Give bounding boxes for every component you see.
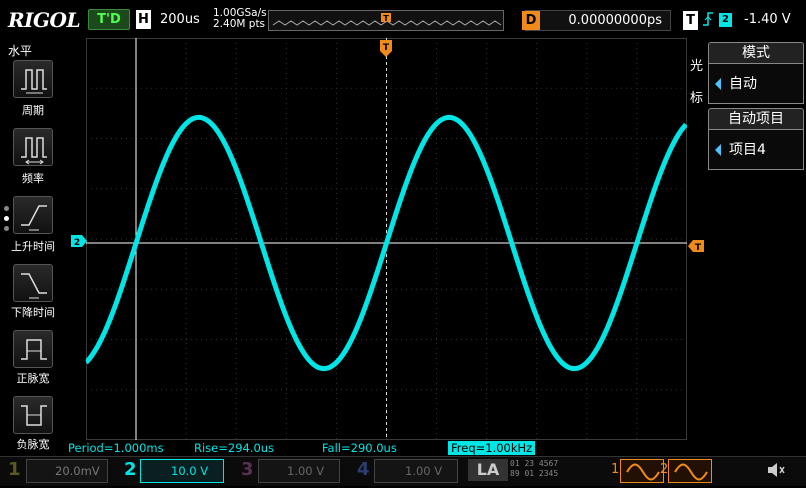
memory-position-strip[interactable]: T	[268, 10, 504, 31]
ref1-number: 1	[611, 462, 620, 477]
auto-item-title: 自动项目	[708, 108, 804, 130]
channel3-scale[interactable]: 1.00 V	[258, 459, 340, 483]
sine-icon	[674, 463, 708, 481]
ref1-button[interactable]	[620, 459, 664, 483]
waveform-display[interactable]	[84, 38, 688, 440]
left-arrow-icon	[715, 78, 721, 90]
speaker-icon[interactable]	[766, 460, 786, 484]
svg-text:T: T	[383, 43, 390, 53]
top-status-bar: RIGOL T'D H 200us 1.00GSa/s 2.40M pts T …	[0, 0, 806, 38]
positive-pulse-width-label: 正脉宽	[16, 372, 50, 385]
delay-label: D	[522, 11, 540, 30]
horizontal-menu-title: 水平	[8, 44, 33, 58]
horizontal-label: H	[136, 10, 151, 29]
rise-time-icon	[21, 205, 47, 231]
page-indicator	[4, 206, 9, 236]
rigol-logo: RIGOL	[8, 8, 81, 32]
memory-waveform-preview: T	[272, 13, 502, 26]
ref2-button[interactable]	[668, 459, 712, 483]
memory-depth: 2.40M pts	[213, 18, 266, 30]
cursor-mode-select[interactable]: 自动	[708, 64, 804, 104]
fall-time-icon	[21, 273, 47, 299]
trigger-source-badge: 2	[719, 13, 732, 27]
svg-text:T: T	[695, 243, 702, 252]
cursor-label-2: 标	[690, 91, 704, 106]
timebase-value[interactable]: 200us	[160, 12, 200, 27]
channel1-scale[interactable]: 20.0mV	[26, 459, 108, 483]
cursor-mode-title: 模式	[708, 42, 804, 64]
cursor-mode-value: 自动	[729, 76, 757, 92]
trigger-level-value[interactable]: -1.40 V	[744, 12, 791, 27]
svg-text:T: T	[383, 14, 389, 23]
la-row-2: 89 01 2345	[510, 469, 559, 478]
channel1-number[interactable]: 1	[8, 459, 21, 480]
delay-value[interactable]: 0.00000000ps	[525, 10, 671, 31]
rise-time-label: 上升时间	[11, 240, 55, 253]
auto-item-select[interactable]: 项目4	[708, 130, 804, 170]
rising-edge-icon	[702, 11, 714, 31]
left-arrow-icon	[715, 144, 721, 156]
logic-analyzer-channels: 01 23 4567 89 01 2345	[510, 459, 558, 479]
channel2-number[interactable]: 2	[124, 459, 137, 480]
fall-time-button[interactable]	[13, 264, 53, 302]
run-state-indicator[interactable]: T'D	[88, 9, 130, 30]
frequency-icon	[21, 137, 47, 165]
channel2-scale[interactable]: 10.0 V	[140, 459, 224, 483]
negative-pulse-width-icon	[21, 405, 47, 426]
la-row-1: 01 23 4567	[510, 459, 559, 468]
period-label: 周期	[22, 104, 44, 117]
channel4-number[interactable]: 4	[357, 459, 370, 480]
period-icon	[21, 69, 47, 94]
frequency-measurement: Freq=1.00kHz	[448, 441, 536, 455]
negative-pulse-width-label: 负脉宽	[16, 438, 50, 451]
positive-pulse-width-button[interactable]	[13, 330, 53, 368]
frequency-label: 频率	[22, 172, 44, 185]
negative-pulse-width-button[interactable]	[13, 396, 53, 434]
logic-analyzer-button[interactable]: LA	[468, 459, 508, 481]
period-measurement: Period=1.000ms	[68, 441, 164, 455]
positive-pulse-width-icon	[21, 339, 47, 360]
fall-time-label: 下降时间	[11, 306, 55, 319]
cursor-label-1: 光	[690, 59, 704, 74]
fall-measurement: Fall=290.0us	[322, 441, 397, 455]
graticule	[84, 38, 688, 440]
rise-time-button[interactable]	[13, 196, 53, 234]
trigger-level-marker[interactable]: T	[688, 237, 704, 256]
channel2-ground-marker[interactable]: 2	[71, 232, 87, 251]
page-dot	[4, 226, 9, 231]
trigger-label: T	[683, 11, 698, 30]
trigger-position-marker[interactable]: T	[380, 40, 392, 62]
rise-measurement: Rise=294.0us	[194, 441, 275, 455]
auto-item-value: 项目4	[729, 142, 766, 158]
channel3-number[interactable]: 3	[241, 459, 254, 480]
sine-icon	[626, 463, 660, 481]
svg-text:2: 2	[74, 238, 80, 247]
page-dot	[4, 206, 9, 211]
period-button[interactable]	[13, 60, 53, 98]
page-dot-active	[4, 216, 9, 221]
channel4-scale[interactable]: 1.00 V	[374, 459, 458, 483]
sample-rate-info: 1.00GSa/s 2.40M pts	[213, 8, 267, 30]
frequency-button[interactable]	[13, 128, 53, 166]
